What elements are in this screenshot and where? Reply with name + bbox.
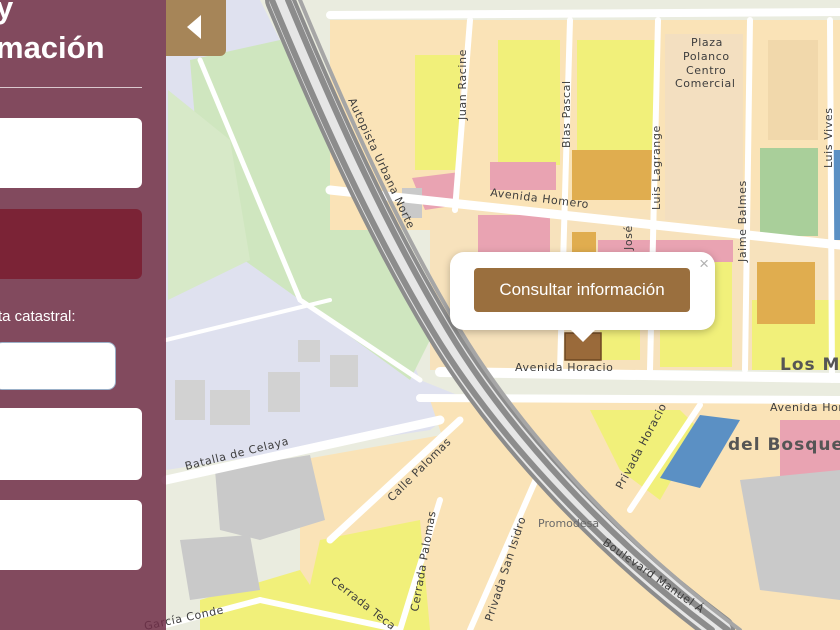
clave-catastral-label: ta catastral: [0,308,76,325]
panel-title: y mación [0,0,105,68]
label-juan-racine: Juan Racine [456,49,469,121]
label-blas-pascal: Blas Pascal [560,80,573,148]
side-panel: y mación ta catastral: [0,0,166,630]
panel-title-line-1: y [0,0,14,25]
label-jose: José [622,225,635,251]
label-plaza-1: Plaza [691,36,723,49]
building-5 [268,372,300,412]
label-promodesa: Promodesa [538,517,599,530]
panel-field-box-1[interactable] [0,118,142,188]
building-2 [180,535,260,600]
zone-yellow-2 [577,40,655,150]
zone-yellow-3 [415,55,460,170]
collapse-panel-button[interactable] [166,0,226,56]
label-luis-lagrange: Luis Lagrange [650,125,663,210]
consultar-informacion-button[interactable]: Consultar información [474,268,690,312]
label-avenida-horacio: Avenida Horacio [515,361,614,374]
label-los-m: Los M [780,355,840,375]
zone-pink-2 [490,162,556,190]
close-icon[interactable]: × [699,255,709,272]
panel-divider [0,87,142,88]
zone-orange-1 [572,150,652,200]
label-jaime-balmes: Jaime Balmes [736,180,749,263]
map-popup: × Consultar información [450,252,715,342]
label-luis-vives: Luis Vives [822,107,835,168]
chevron-left-icon [187,15,201,39]
zone-yellow-1 [498,40,560,165]
label-del-bosque: del Bosque [728,435,840,455]
panel-field-box-4[interactable] [0,500,142,570]
zone-orange-2 [757,262,815,324]
zone-green-block [760,148,818,236]
label-avenida-horacio-2: Avenida Hora [770,401,840,414]
zone-beige-block [768,40,818,140]
building-3 [175,380,205,420]
label-plaza-4: Comercial [675,77,735,90]
label-plaza-2: Polanco [683,50,730,63]
panel-primary-button[interactable] [0,209,142,279]
panel-field-box-3[interactable] [0,408,142,480]
zone-pink-3 [478,215,550,255]
building-6 [330,355,358,387]
popup-pointer [570,329,596,342]
clave-catastral-input[interactable] [0,342,116,390]
label-plaza-3: Centro [686,64,726,77]
building-4 [210,390,250,425]
building-7 [298,340,320,362]
panel-title-line-2: mación [0,30,105,65]
